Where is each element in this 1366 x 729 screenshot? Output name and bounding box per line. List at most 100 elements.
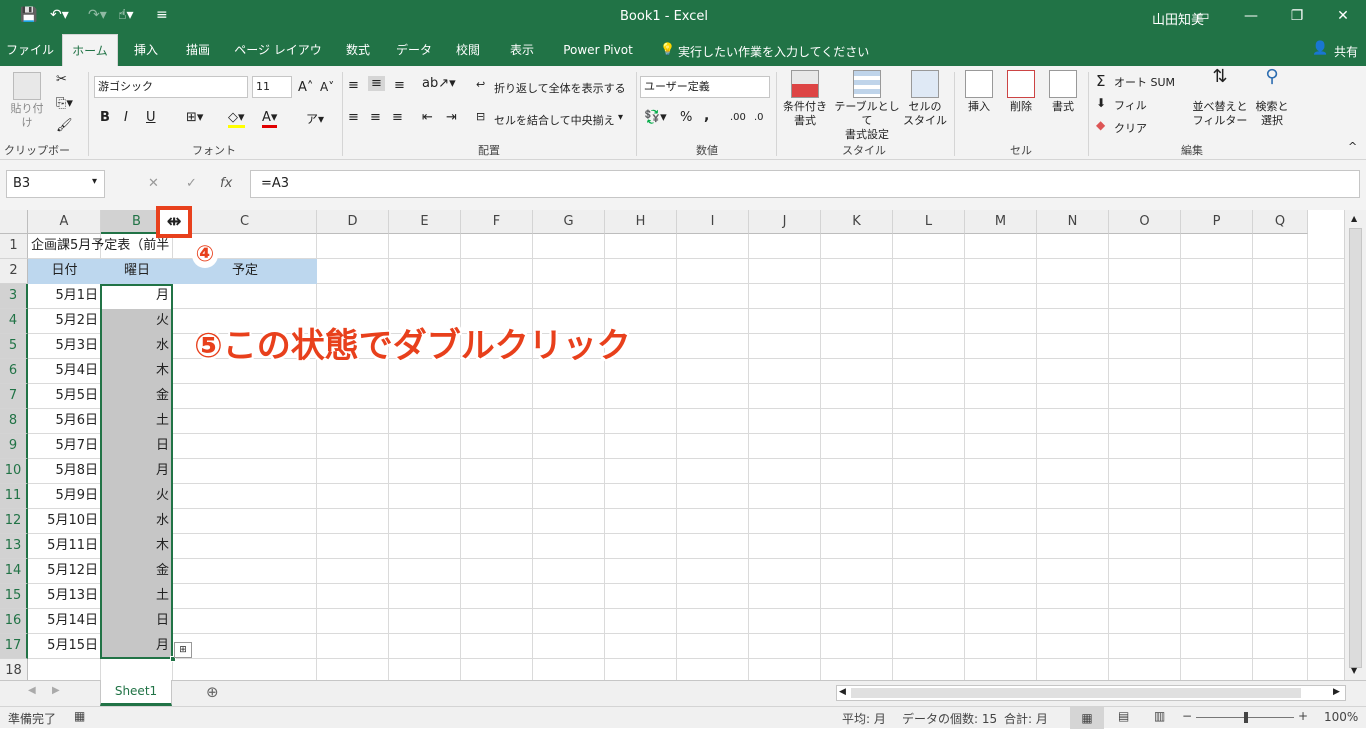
undo-icon[interactable]: ↶▾ xyxy=(50,7,69,23)
phonetic-icon[interactable]: ア▾ xyxy=(306,110,324,127)
row-header-5[interactable]: 5 xyxy=(0,334,28,359)
date-cell[interactable]: 5月9日 xyxy=(28,484,98,509)
sort-filter-button[interactable]: ⇅ 並べ替えと フィルター xyxy=(1192,68,1248,128)
column-header-l[interactable]: L xyxy=(893,210,965,234)
align-left-icon[interactable]: ≡ xyxy=(348,110,359,125)
weekday-cell[interactable]: 木 xyxy=(101,359,169,384)
vertical-scrollbar[interactable]: ▲ ▼ xyxy=(1344,210,1366,680)
tab-data[interactable]: データ xyxy=(390,34,438,66)
touch-mode-icon[interactable]: ☝▾ xyxy=(118,7,134,23)
align-bottom-icon[interactable]: ≡ xyxy=(394,78,405,93)
date-cell[interactable]: 5月12日 xyxy=(28,559,98,584)
weekday-cell[interactable]: 金 xyxy=(101,559,169,584)
align-right-icon[interactable]: ≡ xyxy=(392,110,403,125)
name-box[interactable]: B3 xyxy=(6,170,105,198)
date-cell[interactable]: 5月11日 xyxy=(28,534,98,559)
cut-icon[interactable]: ✂ xyxy=(56,72,67,87)
weekday-cell[interactable]: 火 xyxy=(101,309,169,334)
weekday-cell[interactable]: 月 xyxy=(101,634,169,659)
cell-a2[interactable]: 日付 xyxy=(28,259,101,284)
grow-font-icon[interactable]: A˄ xyxy=(298,80,313,95)
cancel-icon[interactable]: ✕ xyxy=(148,176,159,191)
column-header-h[interactable]: H xyxy=(605,210,677,234)
collapse-ribbon-icon[interactable]: ^ xyxy=(1348,140,1357,153)
share-button[interactable]: 共有 xyxy=(1334,43,1358,60)
row-header-10[interactable]: 10 xyxy=(0,459,28,484)
column-header-f[interactable]: F xyxy=(461,210,533,234)
font-name-box[interactable]: 游ゴシック xyxy=(94,76,248,98)
format-as-table-button[interactable]: テーブルとして 書式設定 xyxy=(832,70,902,142)
row-header-7[interactable]: 7 xyxy=(0,384,28,409)
weekday-cell[interactable]: 土 xyxy=(101,584,169,609)
date-cell[interactable]: 5月6日 xyxy=(28,409,98,434)
date-cell[interactable]: 5月8日 xyxy=(28,459,98,484)
find-select-button[interactable]: ⚲ 検索と 選択 xyxy=(1252,68,1292,128)
zoom-thumb[interactable] xyxy=(1244,712,1248,723)
weekday-cell[interactable]: 木 xyxy=(101,534,169,559)
column-header-m[interactable]: M xyxy=(965,210,1037,234)
weekday-cell[interactable]: 金 xyxy=(101,384,169,409)
date-cell[interactable]: 5月15日 xyxy=(28,634,98,659)
autosum-button[interactable]: オート SUM xyxy=(1114,74,1175,90)
align-top-icon[interactable]: ≡ xyxy=(348,78,359,93)
chevron-down-icon[interactable]: ▾ xyxy=(618,112,623,123)
scroll-right-icon[interactable]: ▶ xyxy=(1333,687,1340,697)
cell-b2[interactable]: 曜日 xyxy=(101,259,173,284)
worksheet[interactable]: ABCDEFGHIJKLMNOPQ 1 2 3 4 5 6 7 8 9 10 11 12 13 14 15 1… xyxy=(0,206,1344,684)
weekday-cell[interactable]: 土 xyxy=(101,409,169,434)
customize-qat-icon[interactable]: ≡ xyxy=(156,7,168,23)
column-header-i[interactable]: I xyxy=(677,210,749,234)
align-center-icon[interactable]: ≡ xyxy=(370,110,381,125)
format-cells-button[interactable]: 書式 xyxy=(1044,70,1082,114)
comma-button[interactable]: , xyxy=(704,108,709,124)
date-cell[interactable]: 5月5日 xyxy=(28,384,98,409)
tab-home[interactable]: ホーム xyxy=(62,34,118,66)
row-header-3[interactable]: 3 xyxy=(0,284,28,309)
row-header-12[interactable]: 12 xyxy=(0,509,28,534)
row-header-13[interactable]: 13 xyxy=(0,534,28,559)
normal-view-icon[interactable]: ▦ xyxy=(1070,707,1104,729)
page-layout-view-icon[interactable]: ▤ xyxy=(1118,709,1129,723)
tab-formulas[interactable]: 数式 xyxy=(336,34,380,66)
row-header-14[interactable]: 14 xyxy=(0,559,28,584)
cell-styles-button[interactable]: セルの スタイル xyxy=(902,70,948,128)
row-header-11[interactable]: 11 xyxy=(0,484,28,509)
weekday-cell[interactable]: 月 xyxy=(101,459,169,484)
page-break-view-icon[interactable]: ▥ xyxy=(1154,709,1165,723)
date-cell[interactable]: 5月3日 xyxy=(28,334,98,359)
tab-power-pivot[interactable]: Power Pivot xyxy=(556,34,640,66)
orientation-icon[interactable]: ab↗▾ xyxy=(422,76,456,91)
date-cell[interactable]: 5月4日 xyxy=(28,359,98,384)
column-header-d[interactable]: D xyxy=(317,210,389,234)
wrap-text-icon[interactable]: ↩ xyxy=(476,78,485,91)
column-header-j[interactable]: J xyxy=(749,210,821,234)
row-header-15[interactable]: 15 xyxy=(0,584,28,609)
minimize-icon[interactable]: — xyxy=(1228,4,1274,28)
horizontal-scrollbar[interactable]: ◀ ▶ xyxy=(836,685,1346,701)
row-header-2[interactable]: 2 xyxy=(0,259,28,284)
formula-input[interactable]: =A3 xyxy=(250,170,1360,198)
scroll-thumb[interactable] xyxy=(1349,228,1362,668)
select-all-corner[interactable] xyxy=(0,210,28,234)
wrap-text-button[interactable]: 折り返して全体を表示する xyxy=(494,80,626,96)
scroll-left-icon[interactable]: ◀ xyxy=(839,687,846,697)
date-cell[interactable]: 5月13日 xyxy=(28,584,98,609)
tab-page-layout[interactable]: ページ レイアウト xyxy=(232,34,324,89)
tab-draw[interactable]: 描画 xyxy=(176,34,220,66)
font-color-icon[interactable]: A▾ xyxy=(262,110,278,128)
column-header-a[interactable]: A xyxy=(28,210,101,234)
column-header-n[interactable]: N xyxy=(1037,210,1109,234)
decrease-indent-icon[interactable]: ⇤ xyxy=(422,110,433,125)
tab-file[interactable]: ファイル xyxy=(4,34,56,66)
ribbon-display-icon[interactable]: ▭ xyxy=(1180,4,1226,28)
zoom-out-icon[interactable]: − xyxy=(1182,709,1192,723)
weekday-cell[interactable]: 水 xyxy=(101,334,169,359)
zoom-in-icon[interactable]: + xyxy=(1298,709,1308,723)
tab-view[interactable]: 表示 xyxy=(500,34,544,66)
font-size-box[interactable]: 11 xyxy=(252,76,292,98)
hscroll-thumb[interactable] xyxy=(851,688,1301,698)
decrease-decimal-icon[interactable]: .0 xyxy=(754,112,764,123)
close-icon[interactable]: ✕ xyxy=(1320,4,1366,28)
weekday-cell[interactable]: 日 xyxy=(101,434,169,459)
row-header-6[interactable]: 6 xyxy=(0,359,28,384)
